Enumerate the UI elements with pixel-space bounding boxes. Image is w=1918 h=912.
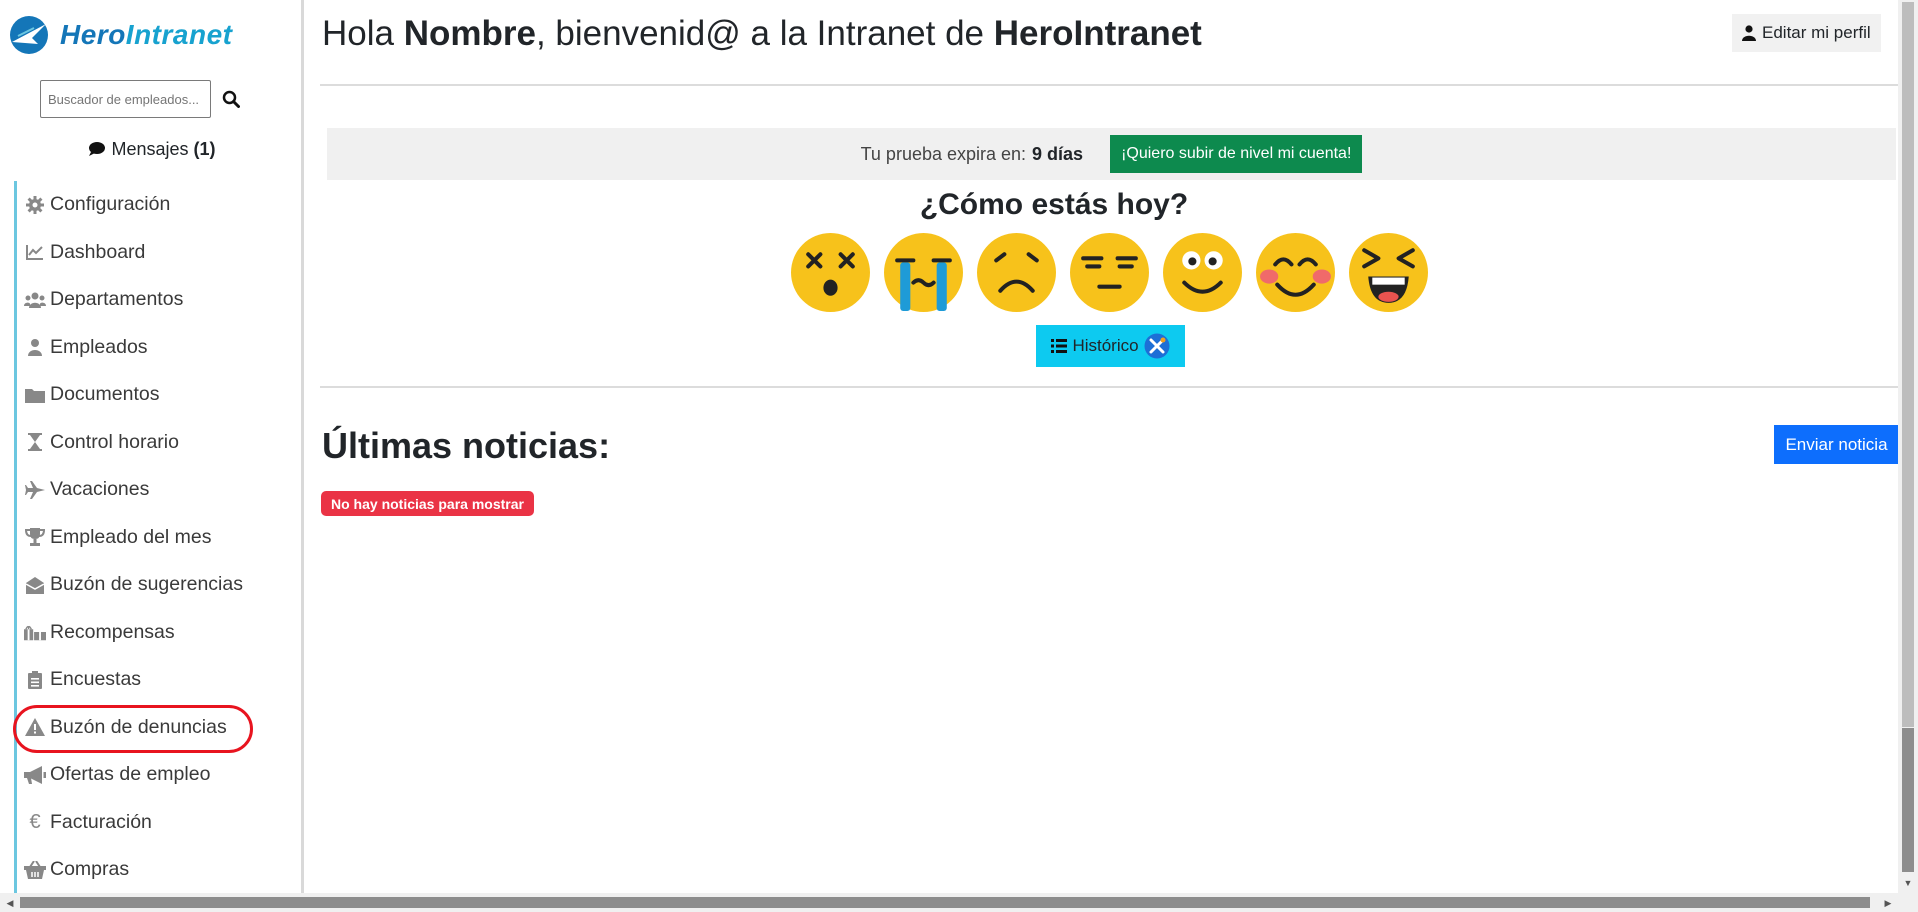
sidebar-item-vacaciones[interactable]: Vacaciones	[14, 466, 294, 514]
search-input[interactable]	[40, 80, 211, 118]
sidebar-item-dashboard[interactable]: Dashboard	[14, 228, 294, 276]
employee-search	[40, 80, 245, 118]
sidebar-item-label: Compras	[50, 858, 130, 881]
dizzy-face-icon[interactable]	[790, 232, 871, 313]
basket-icon	[24, 859, 46, 881]
vertical-scroll-track	[1902, 2, 1914, 727]
horizontal-scrollbar[interactable]: ◀ ▶	[0, 893, 1918, 912]
sidebar-item-label: Dashboard	[50, 240, 146, 263]
sidebar-item-buzon-de-denuncias[interactable]: Buzón de denuncias	[13, 703, 294, 753]
sad-face-icon[interactable]	[976, 232, 1057, 313]
search-icon	[222, 90, 240, 108]
list-icon	[1051, 339, 1068, 353]
folder-icon	[24, 384, 46, 406]
messages-link[interactable]: Mensajes (1)	[0, 139, 301, 160]
tools-icon	[1144, 333, 1170, 359]
megaphone-icon	[24, 764, 46, 786]
blushing-face-icon[interactable]	[1255, 232, 1336, 313]
sidebar-item-label: Facturación	[50, 810, 152, 833]
send-news-button[interactable]: Enviar noticia	[1774, 425, 1899, 464]
sidebar-item-departamentos[interactable]: Departamentos	[14, 276, 294, 324]
sidebar-item-facturacion[interactable]: € Facturación	[14, 798, 294, 846]
hero-logo-icon	[10, 16, 48, 54]
sidebar-nav: Configuración Dashboard Departamentos Emple…	[13, 181, 294, 893]
news-section-title: Últimas noticias:	[322, 425, 611, 466]
gifts-icon	[24, 621, 46, 643]
sidebar-item-recompensas[interactable]: Recompensas	[14, 608, 294, 656]
hourglass-icon	[24, 431, 46, 453]
sidebar-item-label: Vacaciones	[50, 478, 150, 501]
sidebar-item-label: Documentos	[50, 383, 160, 406]
smiling-face-icon[interactable]	[1162, 232, 1243, 313]
search-button[interactable]	[217, 80, 245, 118]
vertical-scroll-thumb[interactable]	[1902, 728, 1914, 872]
trial-text: Tu prueba expira en:	[860, 143, 1027, 164]
crying-face-icon[interactable]	[883, 232, 964, 313]
messages-count: (1)	[193, 139, 216, 159]
brand-name: HeroIntranet	[60, 19, 233, 50]
plane-icon	[24, 479, 46, 501]
sidebar-item-label: Buzón de denuncias	[50, 715, 227, 738]
main-content: Hola Nombre, bienvenid@ a la Intranet de…	[304, 0, 1899, 893]
expressionless-face-icon[interactable]	[1069, 232, 1150, 313]
sidebar-item-label: Ofertas de empleo	[50, 763, 211, 786]
sidebar-item-label: Encuestas	[50, 668, 142, 691]
laughing-face-icon[interactable]	[1348, 232, 1429, 313]
no-news-badge: No hay noticias para mostrar	[321, 491, 534, 516]
sidebar-item-label: Empleado del mes	[50, 525, 212, 548]
sidebar-item-documentos[interactable]: Documentos	[14, 371, 294, 419]
messages-label: Mensajes	[111, 139, 189, 159]
chart-line-icon	[24, 241, 46, 263]
sidebar-item-empleados[interactable]: Empleados	[14, 323, 294, 371]
divider	[320, 386, 1898, 388]
mood-history-button[interactable]: Histórico	[1036, 325, 1185, 367]
trial-banner: Tu prueba expira en: 9 días ¡Quiero subi…	[327, 128, 1896, 180]
envelope-open-icon	[24, 574, 46, 596]
company-name: HeroIntranet	[993, 14, 1202, 53]
divider	[320, 84, 1898, 86]
trophy-icon	[24, 526, 46, 548]
scroll-down-arrow-icon[interactable]: ▼	[1900, 875, 1916, 891]
gear-icon	[24, 194, 46, 216]
sidebar-item-ofertas-de-empleo[interactable]: Ofertas de empleo	[14, 751, 294, 799]
edit-profile-button[interactable]: Editar mi perfil	[1732, 14, 1881, 52]
scroll-right-arrow-icon[interactable]: ▶	[1880, 895, 1896, 911]
sidebar-item-label: Departamentos	[50, 288, 184, 311]
sidebar-item-control-horario[interactable]: Control horario	[14, 418, 294, 466]
user-icon	[24, 336, 46, 358]
sidebar-item-label: Control horario	[50, 430, 179, 453]
brand-logo[interactable]: HeroIntranet	[8, 14, 232, 56]
page-title: Hola Nombre, bienvenid@ a la Intranet de…	[322, 14, 1202, 53]
warning-icon	[24, 716, 46, 738]
clipboard-list-icon	[24, 669, 46, 691]
user-icon	[1742, 25, 1756, 41]
sidebar-item-label: Recompensas	[50, 620, 175, 643]
user-name: Nombre	[403, 14, 536, 53]
sidebar-item-label: Buzón de sugerencias	[50, 573, 243, 596]
euro-icon: €	[29, 811, 41, 834]
horizontal-scroll-thumb[interactable]	[20, 897, 1870, 908]
users-icon	[24, 289, 46, 311]
sidebar-item-buzon-de-sugerencias[interactable]: Buzón de sugerencias	[14, 561, 294, 609]
scroll-left-arrow-icon[interactable]: ◀	[2, 895, 18, 911]
sidebar-item-label: Empleados	[50, 335, 148, 358]
mood-title: ¿Cómo estás hoy?	[919, 188, 1189, 221]
trial-days: 9 días	[1032, 143, 1084, 164]
sidebar: HeroIntranet Mensajes (1) Configuración D…	[0, 0, 304, 893]
sidebar-item-compras[interactable]: Compras	[14, 846, 294, 893]
sidebar-item-label: Configuración	[50, 193, 171, 216]
comment-icon	[89, 142, 106, 156]
sidebar-item-encuestas[interactable]: Encuestas	[14, 656, 294, 704]
vertical-scrollbar[interactable]: ▼	[1898, 0, 1918, 893]
upgrade-account-button[interactable]: ¡Quiero subir de nivel mi cuenta!	[1110, 135, 1363, 173]
mood-selector	[790, 232, 1429, 313]
sidebar-item-empleado-del-mes[interactable]: Empleado del mes	[14, 513, 294, 561]
sidebar-item-configuracion[interactable]: Configuración	[14, 181, 294, 229]
